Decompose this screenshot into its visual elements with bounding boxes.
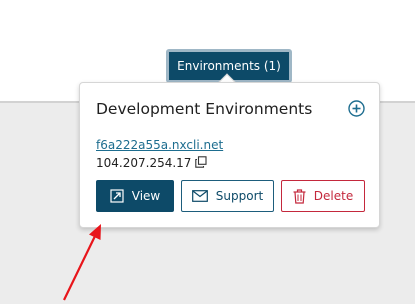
support-button[interactable]: Support (181, 180, 274, 212)
trash-icon (293, 188, 306, 204)
environment-ip: 104.207.254.17 (96, 156, 192, 170)
view-button[interactable]: View (96, 180, 174, 212)
environment-host-link[interactable]: f6a222a55a.nxcli.net (96, 138, 223, 152)
envelope-icon (191, 190, 208, 202)
external-link-icon (110, 189, 124, 203)
view-button-label: View (131, 189, 161, 203)
delete-button[interactable]: Delete (281, 180, 365, 212)
environments-button-label: Environments (1) (177, 59, 281, 73)
popover-title: Development Environments (96, 100, 313, 118)
plus-circle-icon[interactable] (348, 100, 365, 117)
support-button-label: Support (215, 189, 264, 203)
environments-popover: Development Environments f6a222a55a.nxcl… (79, 82, 380, 228)
delete-button-label: Delete (313, 189, 354, 203)
copy-icon[interactable] (195, 156, 207, 168)
